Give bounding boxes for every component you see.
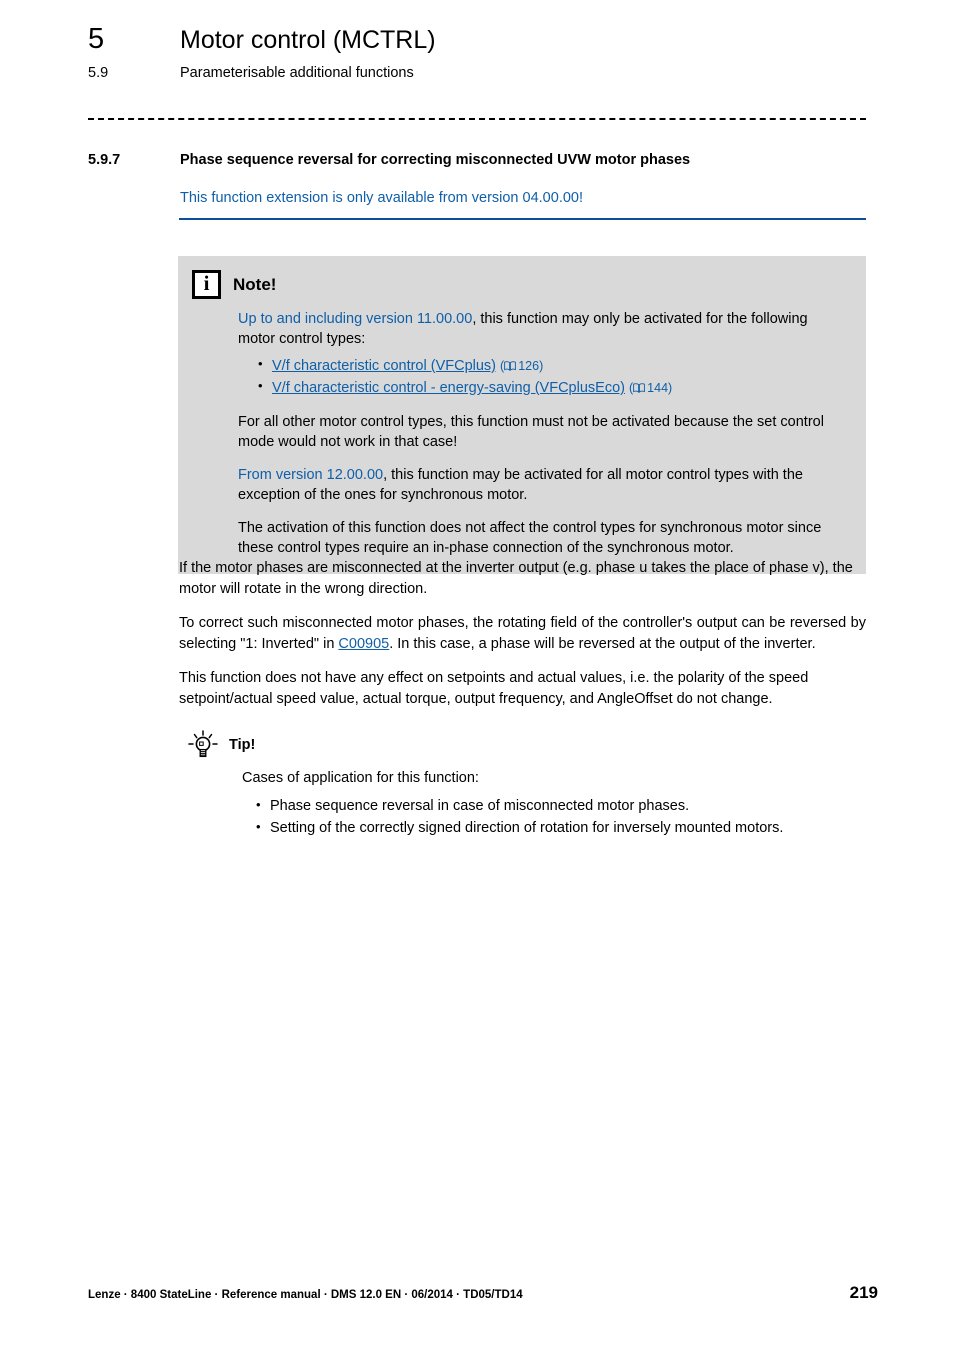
footer-page-number: 219 xyxy=(849,1283,878,1302)
list-item: V/f characteristic control (VFCplus) (12… xyxy=(258,355,840,377)
book-icon xyxy=(633,383,646,393)
section-title: Phase sequence reversal for correcting m… xyxy=(180,152,691,168)
section-heading: 5.9.7 Phase sequence reversal for correc… xyxy=(88,152,878,168)
lightbulb-icon xyxy=(188,730,218,758)
note-callout-box: i Note! Up to and including version 11.0… xyxy=(178,256,866,575)
header-chapter-number: 5 xyxy=(88,23,105,55)
header-main-row: 5 Motor control (MCTRL) xyxy=(88,23,878,56)
section-availability-note: This function extension is only availabl… xyxy=(180,190,583,206)
note-page-number-2: 144 xyxy=(647,381,669,396)
note-page-number-1: 126 xyxy=(518,359,540,373)
note-title: Note! xyxy=(233,274,277,294)
note-pageref-2[interactable]: (144) xyxy=(629,381,672,395)
body-paragraph-2-post: . In this case, a phase will be reversed… xyxy=(389,635,816,652)
tip-body: Cases of application for this function: … xyxy=(186,768,866,840)
body-paragraph-3: This function does not have any effect o… xyxy=(179,670,809,707)
tip-intro: Cases of application for this function: xyxy=(242,770,479,786)
footer-document-info: Lenze · 8400 StateLine · Reference manua… xyxy=(88,1289,523,1301)
tip-title: Tip! xyxy=(229,737,256,753)
header-dashed-divider xyxy=(88,118,866,120)
tip-callout: Tip! Cases of application for this funct… xyxy=(186,730,866,840)
header-chapter-title: Motor control (MCTRL) xyxy=(180,26,436,54)
note-version-link-1: Up to and including version 11.00.00 xyxy=(238,311,473,327)
body-paragraph-2: To correct such misconnected motor phase… xyxy=(179,613,866,654)
note-header: i Note! xyxy=(192,270,844,299)
note-link-vfcplus[interactable]: V/f characteristic control (VFCplus) xyxy=(272,358,496,374)
note-paragraph-1: Up to and including version 11.00.00, th… xyxy=(238,309,840,349)
note-paragraph-3: From version 12.00.00, this function may… xyxy=(238,465,840,505)
header-sub-row: 5.9 Parameterisable additional functions xyxy=(88,65,878,81)
section-blue-divider xyxy=(179,218,866,220)
page-footer: Lenze · 8400 StateLine · Reference manua… xyxy=(88,1283,878,1303)
book-icon xyxy=(504,361,517,371)
body-text-block: If the motor phases are misconnected at … xyxy=(179,558,866,723)
header-section-number: 5.9 xyxy=(88,64,109,81)
list-item: Phase sequence reversal in case of misco… xyxy=(256,795,866,818)
note-link-vfcpluseco[interactable]: V/f characteristic control - energy-savi… xyxy=(272,380,625,396)
note-paragraph-4: The activation of this function does not… xyxy=(238,520,822,557)
header-section-title: Parameterisable additional functions xyxy=(180,64,414,81)
note-version-link-2: From version 12.00.00 xyxy=(238,467,384,484)
note-paragraph-2: For all other motor control types, this … xyxy=(238,414,824,451)
list-item: Setting of the correctly signed directio… xyxy=(256,817,866,840)
note-pageref-1[interactable]: (126) xyxy=(500,359,543,373)
page-header: 5 Motor control (MCTRL) 5.9 Parameterisa… xyxy=(88,23,878,81)
section-number: 5.9.7 xyxy=(88,152,121,168)
note-body: Up to and including version 11.00.00, th… xyxy=(192,309,844,558)
note-control-type-list: V/f characteristic control (VFCplus) (12… xyxy=(238,355,840,399)
body-paragraph-1: If the motor phases are misconnected at … xyxy=(179,560,853,597)
tip-header: Tip! xyxy=(186,730,866,760)
list-item: V/f characteristic control - energy-savi… xyxy=(258,377,840,399)
info-icon: i xyxy=(192,270,221,299)
parameter-link-c00905[interactable]: C00905 xyxy=(338,636,389,652)
tip-list: Phase sequence reversal in case of misco… xyxy=(242,795,866,840)
document-page: 5 Motor control (MCTRL) 5.9 Parameterisa… xyxy=(0,0,954,1350)
